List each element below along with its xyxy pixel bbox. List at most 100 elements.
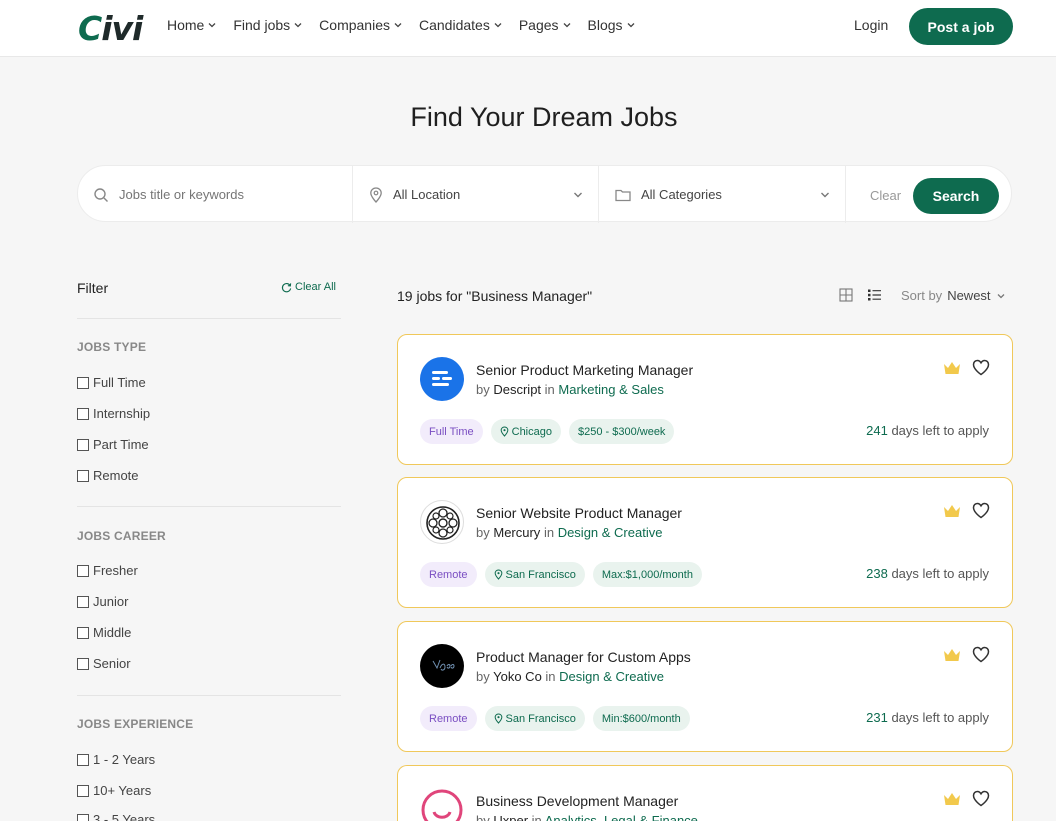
checkbox[interactable]: [77, 376, 89, 389]
mercury-logo-icon: [426, 506, 460, 540]
clear-search-link[interactable]: Clear: [870, 188, 901, 203]
job-type-badge[interactable]: Remote: [420, 706, 477, 731]
days-left: 241 days left to apply: [866, 423, 989, 438]
uxper-logo-icon: [421, 789, 463, 821]
filter-10-plus-years[interactable]: 10+ Years: [77, 783, 151, 798]
search-icon: [94, 187, 108, 202]
job-salary-badge: Max:$1,000/month: [592, 562, 702, 587]
job-type-badge[interactable]: Remote: [420, 562, 477, 587]
crown-icon: [944, 505, 960, 517]
login-link[interactable]: Login: [854, 17, 888, 33]
job-meta: by Uxper in Analytics, Legal & Finance: [476, 813, 698, 821]
nav-home[interactable]: Home: [167, 17, 217, 33]
job-salary-badge: Min:$600/month: [592, 706, 690, 731]
job-location-badge[interactable]: Chicago: [490, 419, 561, 444]
chevron-down-icon: [563, 23, 570, 28]
job-title[interactable]: Senior Product Marketing Manager: [476, 362, 693, 378]
job-card[interactable]: Senior Website Product Manager by Mercur…: [397, 477, 1013, 608]
filter-full-time[interactable]: Full Time: [77, 375, 146, 390]
heart-icon[interactable]: [972, 359, 990, 376]
checkbox[interactable]: [77, 438, 89, 451]
checkbox[interactable]: [77, 595, 89, 608]
post-job-button[interactable]: Post a job: [909, 8, 1013, 45]
checkbox[interactable]: [77, 753, 89, 766]
company-name[interactable]: Descript: [493, 382, 541, 397]
chevron-down-icon: [821, 192, 829, 198]
nav-candidates[interactable]: Candidates: [419, 17, 503, 33]
checkbox[interactable]: [77, 469, 89, 482]
job-category[interactable]: Design & Creative: [558, 525, 663, 540]
filter-junior[interactable]: Junior: [77, 594, 128, 609]
company-logo-descript: [420, 357, 464, 401]
location-pin-icon: [494, 569, 502, 580]
heart-icon[interactable]: [972, 646, 990, 663]
filter-remote[interactable]: Remote: [77, 468, 139, 483]
filter-title: Filter: [77, 280, 109, 296]
location-pin-icon: [500, 426, 508, 437]
nav-companies[interactable]: Companies: [319, 17, 403, 33]
job-card[interactable]: Business Development Manager by Uxper in…: [397, 765, 1013, 821]
job-category[interactable]: Design & Creative: [559, 669, 664, 684]
job-type-badge[interactable]: Full Time: [420, 419, 483, 444]
job-meta: by Yoko Co in Design & Creative: [476, 669, 664, 684]
company-name[interactable]: Uxper: [493, 813, 528, 821]
job-meta: by Descript in Marketing & Sales: [476, 382, 664, 397]
keyword-input[interactable]: [119, 187, 339, 202]
filter-fresher[interactable]: Fresher: [77, 563, 138, 578]
checkbox[interactable]: [77, 626, 89, 639]
sort-control[interactable]: Sort by Newest: [901, 288, 1006, 303]
clear-all-link[interactable]: Clear All: [281, 281, 336, 293]
filter-senior[interactable]: Senior: [77, 656, 131, 671]
logo[interactable]: Civi: [78, 9, 143, 48]
filter-middle[interactable]: Middle: [77, 625, 131, 640]
checkbox[interactable]: [77, 407, 89, 420]
location-pin-icon: [370, 186, 382, 203]
location-pin-icon: [494, 713, 502, 724]
company-logo-mercury: [420, 500, 464, 544]
company-name[interactable]: Mercury: [493, 525, 540, 540]
job-category[interactable]: Marketing & Sales: [558, 382, 664, 397]
filter-internship[interactable]: Internship: [77, 406, 150, 421]
filter-1-2-years[interactable]: 1 - 2 Years: [77, 752, 155, 767]
search-button[interactable]: Search: [913, 178, 999, 214]
location-select[interactable]: All Location: [353, 166, 599, 223]
category-value: All Categories: [641, 187, 722, 202]
nav-blogs[interactable]: Blogs: [588, 17, 636, 33]
category-select[interactable]: All Categories: [599, 166, 846, 223]
search-bar: All Location All Categories Clear Search: [77, 165, 1012, 223]
job-location-badge[interactable]: San Francisco: [484, 562, 585, 587]
filter-part-time[interactable]: Part Time: [77, 437, 149, 452]
chevron-down-icon: [997, 293, 1005, 298]
filter-divider: [77, 695, 341, 696]
job-salary-badge: $250 - $300/week: [568, 419, 675, 444]
checkbox[interactable]: [77, 657, 89, 670]
grid-view-icon[interactable]: [839, 288, 853, 302]
checkbox[interactable]: [77, 564, 89, 577]
chevron-down-icon: [208, 23, 216, 28]
heart-icon[interactable]: [972, 502, 990, 519]
job-category[interactable]: Analytics, Legal & Finance: [545, 813, 698, 821]
job-location-badge[interactable]: San Francisco: [484, 706, 585, 731]
sort-value: Newest: [947, 288, 991, 303]
job-card[interactable]: Senior Product Marketing Manager by Desc…: [397, 334, 1013, 465]
crown-icon: [944, 793, 960, 805]
nav-find-jobs[interactable]: Find jobs: [233, 17, 303, 33]
job-title[interactable]: Product Manager for Custom Apps: [476, 649, 691, 665]
company-name[interactable]: Yoko Co: [493, 669, 542, 684]
folder-icon: [615, 189, 631, 201]
checkbox[interactable]: [77, 784, 89, 797]
results-count: 19 jobs for "Business Manager": [397, 288, 593, 304]
job-card[interactable]: Product Manager for Custom Apps by Yoko …: [397, 621, 1013, 752]
heart-icon[interactable]: [972, 790, 990, 807]
list-view-icon[interactable]: [867, 288, 882, 302]
jobs-experience-title: JOBS EXPERIENCE: [77, 717, 194, 731]
crown-icon: [944, 649, 960, 661]
job-title[interactable]: Business Development Manager: [476, 793, 678, 809]
job-tags: Remote San Francisco Max:$1,000/month: [420, 562, 702, 587]
nav-pages[interactable]: Pages: [519, 17, 572, 33]
job-title[interactable]: Senior Website Product Manager: [476, 505, 682, 521]
filter-3-5-years[interactable]: 3 - 5 Years: [77, 812, 155, 821]
checkbox[interactable]: [77, 813, 89, 821]
days-left: 231 days left to apply: [866, 710, 989, 725]
chevron-down-icon: [494, 23, 502, 28]
